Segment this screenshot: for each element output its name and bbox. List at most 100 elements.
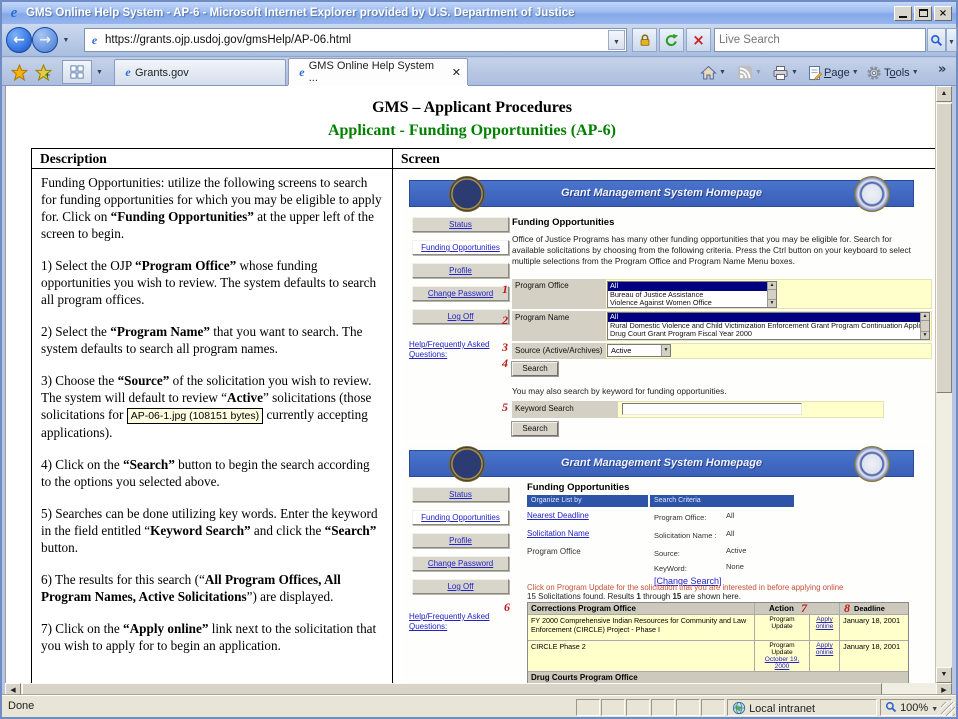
add-favorite-star-icon: + bbox=[35, 64, 52, 81]
scroll-up-button[interactable]: ▲ bbox=[936, 86, 952, 102]
browser-window: e GMS Online Help System - AP-6 - Micros… bbox=[0, 0, 958, 719]
home-button[interactable]: ▼ bbox=[700, 61, 726, 84]
step-number-5: 5 bbox=[502, 400, 508, 415]
favorites-star-icon bbox=[11, 64, 28, 81]
toolbar-overflow-button[interactable]: » bbox=[938, 58, 946, 81]
criteria-value: All bbox=[726, 529, 734, 538]
ojp-seal bbox=[854, 176, 890, 212]
gms-header-title: Grant Management System Homepage bbox=[410, 457, 913, 469]
address-page-icon: e bbox=[88, 33, 101, 48]
organize-list-header: Organize List by bbox=[527, 495, 648, 507]
step-number-7: 7 bbox=[801, 601, 807, 616]
criteria-label: Source: bbox=[654, 549, 680, 558]
scroll-down-button[interactable]: ▼ bbox=[936, 667, 952, 683]
live-search-box[interactable] bbox=[714, 28, 926, 52]
help-table: Description Screen Funding Opportunities… bbox=[31, 148, 937, 683]
gms-nav-profile: Profile bbox=[412, 533, 509, 548]
step-number-1: 1 bbox=[502, 282, 508, 297]
tools-gear-icon bbox=[866, 65, 882, 81]
address-url: https://grants.ojp.usdoj.gov/gmsHelp/AP-… bbox=[105, 34, 608, 46]
tab-list-dropdown[interactable]: ▼ bbox=[93, 60, 106, 84]
solicitation-row: CIRCLE Phase 2 Program Update October 19… bbox=[528, 641, 908, 672]
chevron-down-icon: ▼ bbox=[719, 69, 726, 76]
program-update-date-link: October 19, 2000 bbox=[765, 656, 799, 670]
resize-grip[interactable] bbox=[941, 702, 955, 716]
forward-button[interactable]: → bbox=[32, 27, 58, 53]
program-update-cell: Program Update October 19, 2000 bbox=[755, 641, 810, 671]
maximize-button[interactable] bbox=[914, 6, 932, 21]
print-button[interactable]: ▼ bbox=[772, 61, 798, 84]
gms-nav-change-password: Change Password bbox=[412, 556, 509, 571]
listbox-option: Bureau of Justice Assistance bbox=[608, 291, 776, 300]
security-lock-button[interactable] bbox=[632, 28, 657, 52]
screenshot-2-image: Grant Management System Homepage Status … bbox=[404, 442, 935, 683]
scroll-up-icon: ▲ bbox=[768, 282, 776, 290]
favorites-center-button[interactable] bbox=[8, 60, 30, 84]
deadline-cell: January 18, 2001 bbox=[840, 641, 908, 671]
chevron-down-icon: ▼ bbox=[661, 345, 670, 356]
history-dropdown[interactable]: ▼ bbox=[60, 37, 72, 44]
solicitation-row: FY 2000 Comprehensive Indian Resources f… bbox=[528, 615, 908, 641]
security-zone-pane[interactable]: Local intranet bbox=[727, 699, 877, 716]
feeds-button[interactable]: ▼ bbox=[737, 61, 762, 84]
description-step-5: 5) Searches can be done utilizing key wo… bbox=[41, 505, 383, 556]
description-step-4: 4) Click on the “Search” button to begin… bbox=[41, 456, 383, 490]
status-message: Done bbox=[8, 700, 34, 712]
section-header-corrections: Corrections Program Office bbox=[528, 603, 755, 614]
stop-button[interactable]: × bbox=[686, 28, 711, 52]
program-update-cell: Program Update bbox=[755, 615, 810, 640]
tools-menu-button[interactable]: Tools ▼ bbox=[866, 61, 919, 84]
vertical-scrollbar[interactable]: ▲ ▼ bbox=[935, 86, 952, 683]
lock-icon bbox=[638, 33, 652, 47]
chevron-down-icon: ▼ bbox=[96, 69, 103, 76]
address-dropdown[interactable]: ▼ bbox=[608, 30, 625, 50]
listbox-scrollbar: ▲▼ bbox=[920, 313, 929, 339]
forward-icon: → bbox=[39, 32, 51, 48]
window-title: GMS Online Help System - AP-6 - Microsof… bbox=[26, 7, 892, 19]
status-pane bbox=[651, 699, 675, 716]
address-bar[interactable]: e https://grants.ojp.usdoj.gov/gmsHelp/A… bbox=[84, 28, 627, 52]
solicitation-name: FY 2000 Comprehensive Indian Resources f… bbox=[528, 615, 755, 640]
criteria-value: None bbox=[726, 562, 744, 571]
gms-nav-label: Profile bbox=[449, 536, 472, 545]
criteria-value: All bbox=[726, 511, 734, 520]
search-button[interactable] bbox=[927, 28, 946, 52]
gms-nav-label: Change Password bbox=[428, 289, 493, 298]
live-search-input[interactable] bbox=[715, 29, 925, 51]
minimize-button[interactable] bbox=[894, 6, 912, 21]
add-favorite-button[interactable]: + bbox=[31, 60, 55, 84]
tab-gms-help[interactable]: e GMS Online Help System ... ✕ bbox=[288, 58, 468, 85]
help-page-content: GMS – Applicant Procedures Applicant - F… bbox=[5, 86, 937, 683]
tab-close-icon[interactable]: ✕ bbox=[452, 66, 461, 79]
program-update-text: Program Update bbox=[769, 642, 794, 656]
chevron-down-icon: ▼ bbox=[755, 69, 762, 76]
back-button[interactable]: ← bbox=[6, 27, 32, 53]
gms-header-title: Grant Management System Homepage bbox=[410, 187, 913, 199]
gms-nav-profile: Profile bbox=[412, 263, 509, 278]
status-pane bbox=[701, 699, 725, 716]
quick-tabs-button[interactable] bbox=[62, 60, 92, 84]
stop-icon: × bbox=[692, 33, 705, 48]
gms-nav-funding-opportunities: Funding Opportunities bbox=[412, 510, 509, 525]
gms-funding-heading: Funding Opportunities bbox=[512, 217, 614, 228]
title-bar[interactable]: e GMS Online Help System - AP-6 - Micros… bbox=[2, 2, 956, 24]
maximize-icon bbox=[919, 9, 928, 17]
vertical-scroll-thumb[interactable] bbox=[936, 103, 952, 393]
chevron-down-icon: ▼ bbox=[852, 69, 859, 76]
keyword-search-label: Keyword Search bbox=[512, 401, 618, 418]
gms-nav-log-off: Log Off bbox=[412, 309, 509, 324]
scroll-down-icon: ▼ bbox=[941, 671, 948, 678]
gms-nav-label: Log Off bbox=[447, 582, 473, 591]
close-button[interactable]: × bbox=[934, 6, 952, 21]
criteria-label: Solicitation Name : bbox=[654, 531, 717, 540]
gms-help-faq-link: Help/Frequently Asked Questions: bbox=[409, 340, 514, 361]
tab-grants-gov[interactable]: e Grants.gov bbox=[114, 59, 286, 85]
page-menu-button[interactable]: Page ▼ bbox=[808, 61, 859, 84]
description-step-2: 2) Select the “Program Name” that you wa… bbox=[41, 323, 383, 357]
criteria-value: Active bbox=[726, 546, 746, 555]
refresh-button[interactable] bbox=[659, 28, 684, 52]
description-step-7: 7) Click on the “Apply online” link next… bbox=[41, 620, 383, 654]
description-intro: Funding Opportunities: utilize the follo… bbox=[41, 174, 383, 242]
scroll-right-icon: ▶ bbox=[941, 687, 946, 694]
search-options-dropdown[interactable]: ▼ bbox=[946, 28, 957, 52]
